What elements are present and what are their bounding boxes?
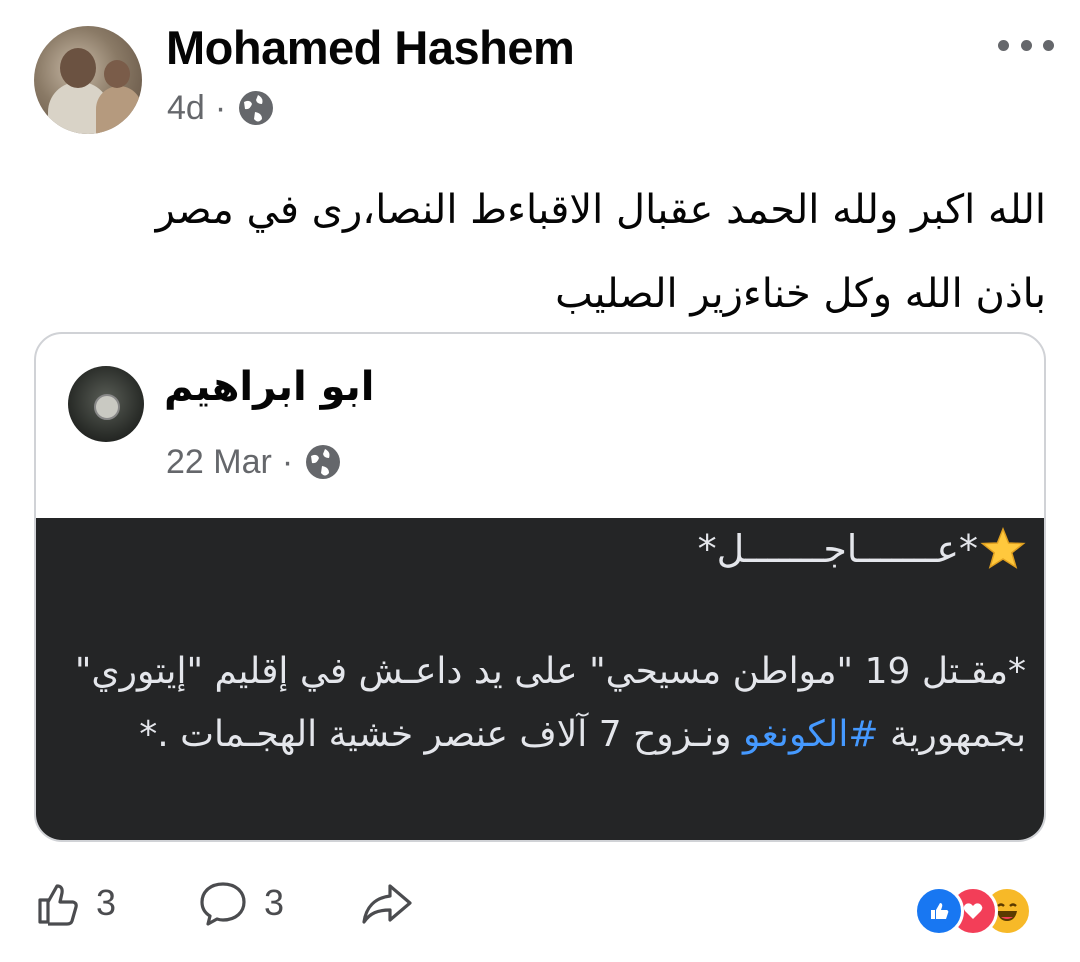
- shared-post-content: *عـــــــاجـــــــل* *مقـتل 19 "مواطن مس…: [36, 518, 1044, 840]
- hashtag-link[interactable]: #الكونغو: [743, 714, 879, 755]
- author-name[interactable]: Mohamed Hashem: [166, 20, 575, 75]
- like-reaction-icon: [914, 886, 964, 936]
- news-body-part2: ونـزوح 7 آلاف عنصر خشية الهجـمات .*: [139, 714, 732, 755]
- shared-meta-separator: ·: [281, 442, 294, 481]
- comment-icon: [200, 882, 246, 926]
- star-icon: [980, 526, 1026, 569]
- comment-button[interactable]: 3: [198, 880, 284, 926]
- share-button[interactable]: [360, 880, 430, 926]
- comment-count: 3: [264, 882, 285, 923]
- shared-post[interactable]: ابو ابراهيم 22 Mar · *عـــــــاجـــــــل…: [34, 332, 1046, 842]
- reactions-summary[interactable]: [914, 882, 1054, 936]
- author-avatar[interactable]: [34, 26, 142, 134]
- shared-author-avatar[interactable]: [68, 366, 144, 442]
- post-text: الله اكبر ولله الحمد عقبال الاقباءط النص…: [155, 187, 1046, 317]
- urgent-heading: *عـــــــاجـــــــل*: [698, 526, 1028, 572]
- share-icon: [362, 884, 412, 924]
- more-options-icon[interactable]: [998, 30, 1054, 60]
- shared-post-meta: 22 Mar ·: [166, 442, 343, 482]
- shared-author-name[interactable]: ابو ابراهيم: [164, 364, 375, 410]
- post-time[interactable]: 4d: [167, 89, 205, 128]
- shared-post-time[interactable]: 22 Mar: [166, 443, 272, 482]
- like-icon: [38, 884, 78, 926]
- post-actions: 3 3: [0, 872, 1080, 942]
- globe-icon: [239, 91, 274, 125]
- meta-separator: ·: [214, 88, 227, 127]
- like-button[interactable]: 3: [36, 880, 116, 926]
- post-meta: 4d ·: [167, 88, 276, 128]
- news-text: *مقـتل 19 "مواطن مسيحي" على يد داعـش في …: [56, 640, 1026, 766]
- urgent-text: *عـــــــاجـــــــل*: [697, 527, 978, 571]
- like-count: 3: [96, 882, 117, 923]
- globe-icon: [306, 445, 341, 479]
